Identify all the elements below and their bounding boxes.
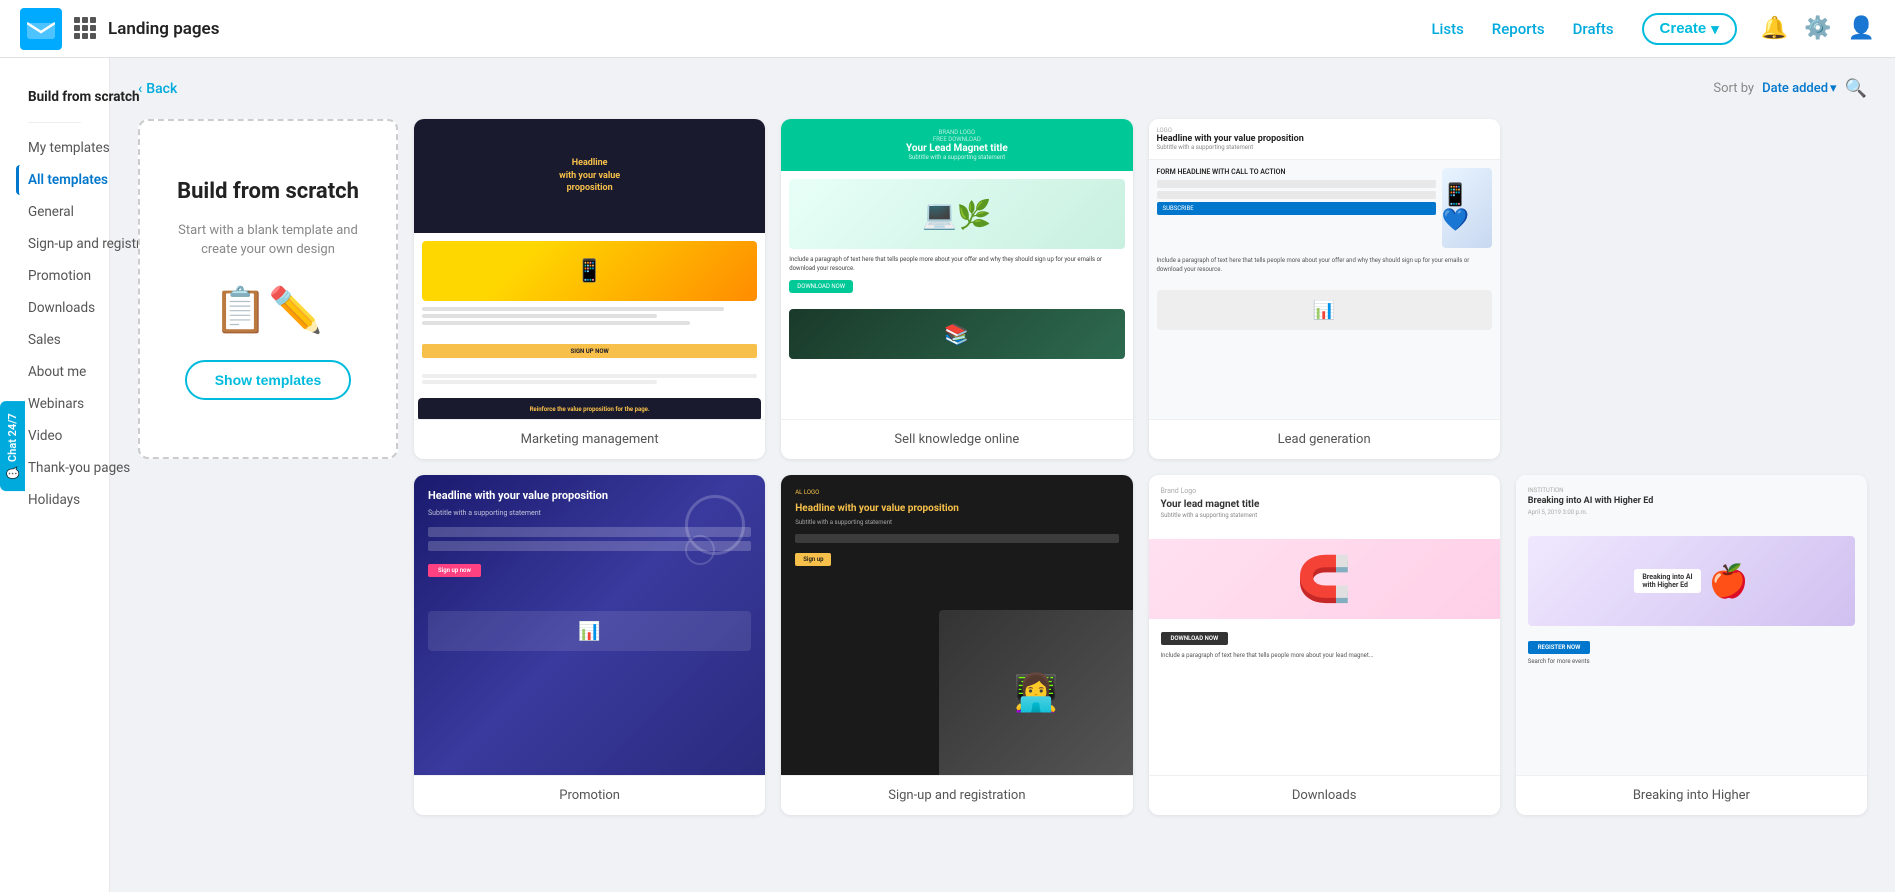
sort-chevron-icon: ▾ (1830, 81, 1837, 96)
template-preview-breaking-higher: INSTITUTION Breaking into AI with Higher… (1516, 475, 1867, 775)
sidebar-item-all-templates[interactable]: All templates (16, 165, 93, 195)
template-label-sell-knowledge: Sell knowledge online (781, 419, 1132, 459)
mm-image-graphic: 📱 (576, 259, 603, 284)
sidebar-divider (28, 122, 81, 123)
main-layout: Build from scratch My templates All temp… (0, 58, 1895, 892)
sidebar-item-thank-you[interactable]: Thank-you pages (16, 453, 93, 483)
nav-reports[interactable]: Reports (1492, 20, 1545, 38)
mm-body: 📱 (414, 233, 765, 336)
template-label-breaking-higher: Breaking into Higher (1516, 775, 1867, 815)
nav-drafts[interactable]: Drafts (1573, 20, 1614, 38)
sort-label: Sort by (1713, 81, 1754, 96)
sidebar-item-general[interactable]: General (16, 197, 93, 227)
top-navigation: Landing pages Lists Reports Drafts Creat… (0, 0, 1895, 58)
back-chevron-icon: ‹ (138, 81, 142, 97)
template-card-sell-knowledge[interactable]: BRAND LOGO FREE DOWNLOAD Your Lead Magne… (781, 119, 1132, 459)
chat-icon: 💬 (6, 466, 19, 479)
template-card-lead-magnet[interactable]: Brand Logo Your lead magnet title Subtit… (1149, 475, 1500, 815)
mm-header: Headlinewith your valueproposition (414, 119, 765, 233)
template-card-promo[interactable]: Headline with your value proposition Sub… (414, 475, 765, 815)
template-grid-row2: Headline with your value proposition Sub… (138, 475, 1867, 815)
sidebar-item-my-templates[interactable]: My templates (16, 133, 93, 163)
template-card-dark-headline[interactable]: AL LOGO Headline with your value proposi… (781, 475, 1132, 815)
app-grid-icon[interactable] (74, 17, 98, 41)
sidebar-item-signup[interactable]: Sign-up and registration (16, 229, 93, 259)
template-card-marketing-management[interactable]: Headlinewith your valueproposition 📱 (414, 119, 765, 459)
show-templates-button[interactable]: Show templates (185, 360, 352, 400)
template-preview-marketing: Headlinewith your valueproposition 📱 (414, 119, 765, 419)
scratch-edit-icon: 📋✏️ (213, 284, 323, 336)
sidebar-item-promotion[interactable]: Promotion (16, 261, 93, 291)
sidebar-item-sales[interactable]: Sales (16, 325, 93, 355)
template-card-lead-generation[interactable]: LOGO Headline with your value propositio… (1149, 119, 1500, 459)
back-button[interactable]: ‹ Back (138, 81, 177, 97)
nav-lists[interactable]: Lists (1431, 20, 1463, 38)
template-card-breaking-higher[interactable]: INSTITUTION Breaking into AI with Higher… (1516, 475, 1867, 815)
settings-icon[interactable]: ⚙️ (1804, 16, 1831, 41)
user-icon[interactable]: 👤 (1848, 16, 1875, 41)
template-grid-row1: Build from scratch Start with a blank te… (138, 119, 1867, 459)
notification-icon[interactable]: 🔔 (1761, 16, 1788, 41)
template-label-promo: Promotion (414, 775, 765, 815)
template-preview-sell-knowledge: BRAND LOGO FREE DOWNLOAD Your Lead Magne… (781, 119, 1132, 419)
sidebar-item-downloads[interactable]: Downloads (16, 293, 93, 323)
topnav-icons: 🔔 ⚙️ 👤 (1761, 16, 1875, 41)
template-label-lead-generation: Lead generation (1149, 419, 1500, 459)
sort-bar: Sort by Date added ▾ 🔍 (1713, 78, 1867, 99)
create-button[interactable]: Create ▾ (1642, 13, 1737, 45)
dark-headline-graphic: 👩‍💻 (1013, 672, 1058, 714)
template-preview-lead-magnet: Brand Logo Your lead magnet title Subtit… (1149, 475, 1500, 775)
scratch-title: Build from scratch (177, 178, 359, 207)
template-label-dark-headline: Sign-up and registration (781, 775, 1132, 815)
scratch-desc: Start with a blank template and create y… (160, 221, 376, 260)
mm-image: 📱 (422, 241, 757, 301)
main-content: ‹ Back Sort by Date added ▾ 🔍 Build from… (110, 58, 1895, 892)
sort-value[interactable]: Date added ▾ (1762, 81, 1837, 96)
sidebar-item-about-me[interactable]: About me (16, 357, 93, 387)
chat-widget[interactable]: 💬 Chat 24/7 (0, 401, 25, 491)
search-button[interactable]: 🔍 (1845, 78, 1867, 99)
sidebar-item-webinars[interactable]: Webinars (16, 389, 93, 419)
template-preview-dark-headline: AL LOGO Headline with your value proposi… (781, 475, 1132, 775)
template-label-marketing: Marketing management (414, 419, 765, 459)
build-from-scratch-card[interactable]: Build from scratch Start with a blank te… (138, 119, 398, 459)
sko-books-graphic: 📚 (944, 322, 969, 346)
template-label-lead-magnet: Downloads (1149, 775, 1500, 815)
template-preview-lead-generation: LOGO Headline with your value propositio… (1149, 119, 1500, 419)
template-preview-promo: Headline with your value proposition Sub… (414, 475, 765, 775)
lead-magnet-graphic: 🧲 (1297, 553, 1352, 605)
sko-illustration-graphic: 💻🌿 (922, 198, 992, 231)
main-topbar: ‹ Back Sort by Date added ▾ 🔍 (138, 78, 1867, 99)
sidebar-item-holidays[interactable]: Holidays (16, 485, 93, 515)
breaking-higher-graphic: 🍎 (1709, 562, 1749, 600)
lg-illustration-graphic: 📱💙 (1442, 183, 1492, 233)
app-logo (20, 8, 62, 50)
row2-spacer (138, 475, 398, 815)
sidebar-item-video[interactable]: Video (16, 421, 93, 451)
app-name: Landing pages (108, 19, 219, 39)
sidebar-item-build-from-scratch[interactable]: Build from scratch (16, 82, 93, 112)
nav-links: Lists Reports Drafts (1431, 20, 1613, 38)
